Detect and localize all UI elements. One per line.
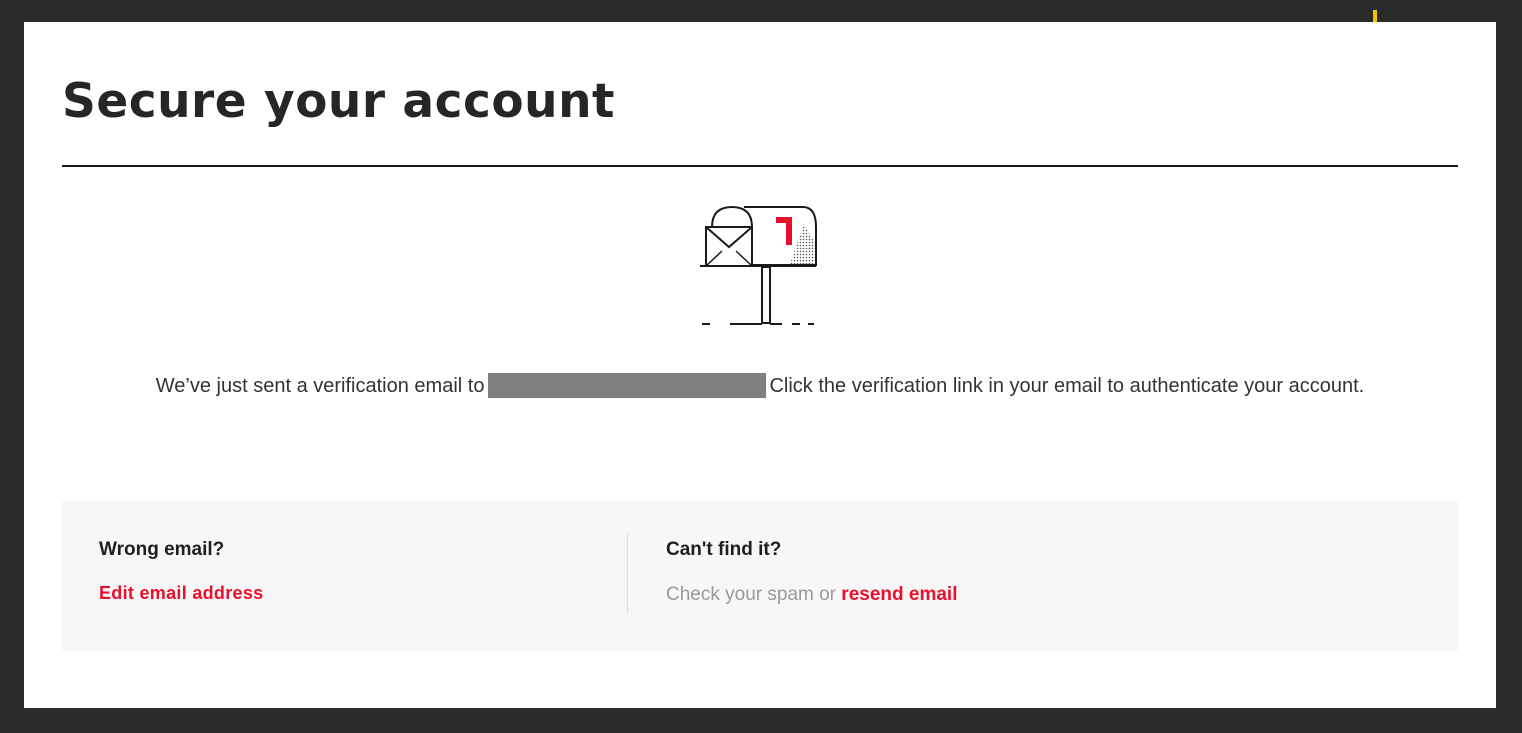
resend-email-link[interactable]: resend email (841, 584, 957, 605)
redacted-email (488, 373, 767, 398)
wrong-email-heading: Wrong email? (99, 539, 225, 560)
wrong-email-section: Wrong email? Edit email address (62, 501, 628, 651)
spam-text: Check your spam or (666, 584, 837, 605)
spam-hint: Check your spam or resend email (666, 583, 957, 607)
title-divider (62, 165, 1458, 167)
page-title: Secure your account (62, 74, 616, 129)
message-prefix: We’ve just sent a verification email to (155, 375, 485, 397)
edit-email-link[interactable]: Edit email address (99, 581, 263, 605)
help-panel: Wrong email? Edit email address Can't fi… (62, 501, 1458, 651)
cant-find-heading: Can't find it? (666, 539, 782, 560)
cant-find-section: Can't find it? Check your spam or resend… (628, 501, 1458, 651)
mailbox-icon (700, 205, 817, 325)
verification-page: Secure your account We’ve just sent a ve… (24, 22, 1496, 708)
verification-message: We’ve just sent a verification email to C… (24, 371, 1496, 401)
message-suffix: Click the verification link in your emai… (769, 375, 1365, 397)
